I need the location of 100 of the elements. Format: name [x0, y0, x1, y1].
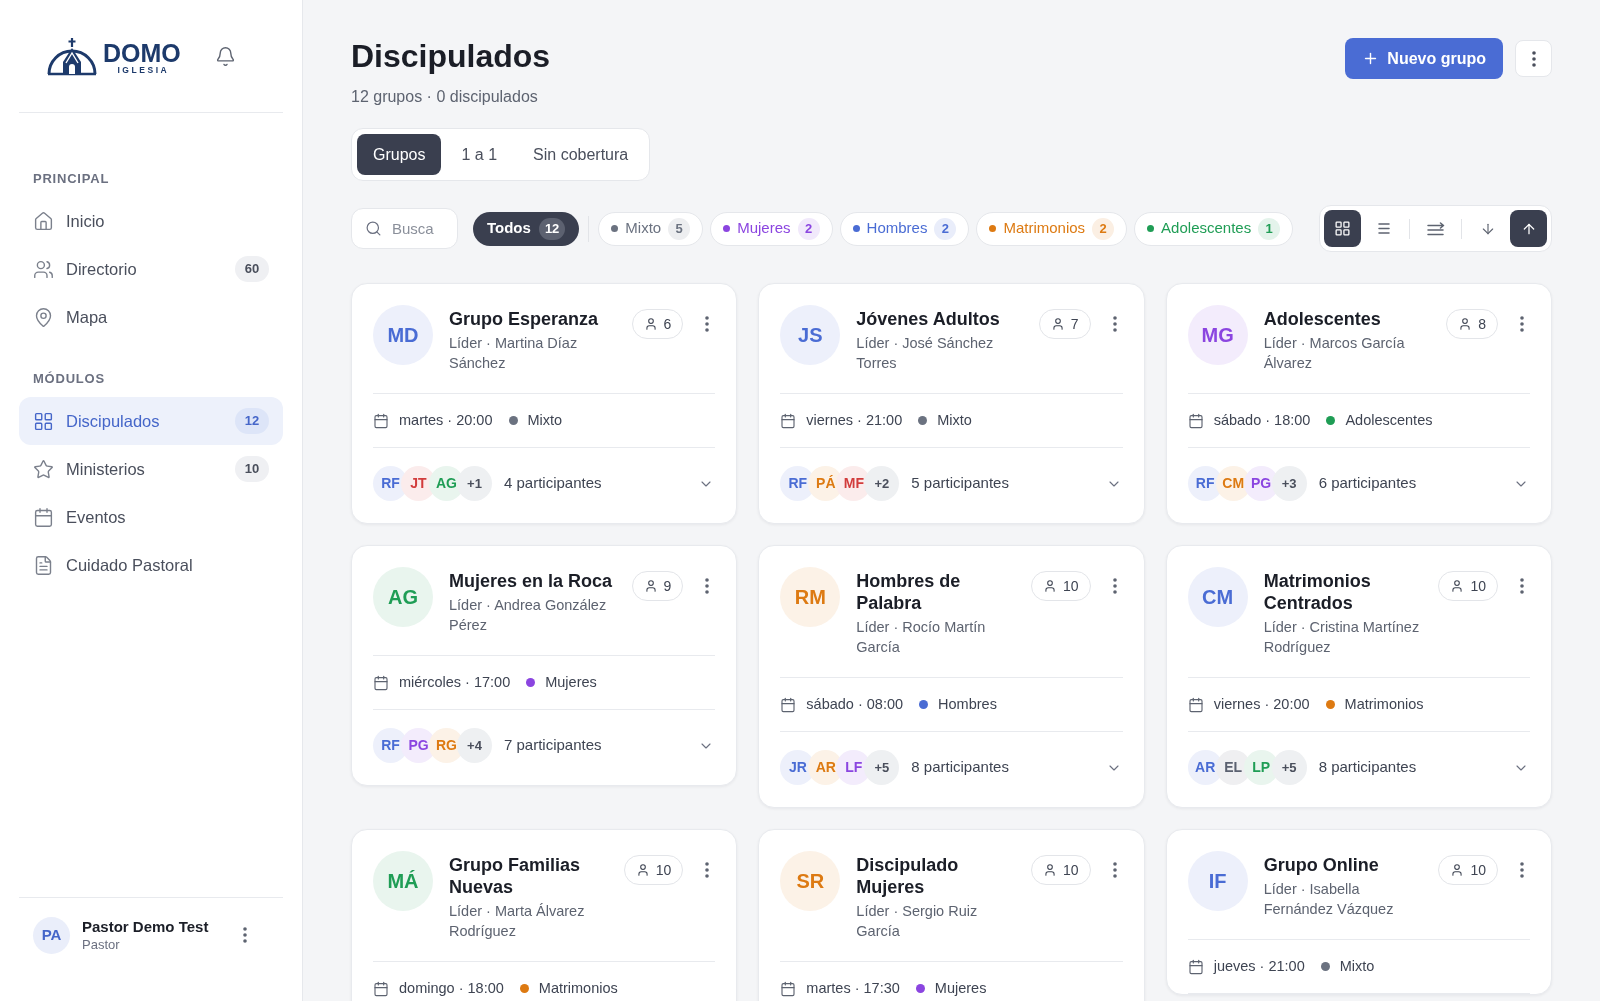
tab[interactable]: Sin cobertura	[517, 134, 645, 175]
nav-item[interactable]: Discipulados 12	[19, 397, 283, 445]
filter-chip[interactable]: Hombres 2	[839, 211, 970, 246]
schedule-text: domingo · 18:00	[399, 978, 504, 998]
participants-count: 5 participantes	[911, 473, 1010, 494]
calendar-icon	[373, 980, 389, 997]
participants-count: 4 participantes	[504, 473, 603, 494]
person-icon	[1458, 317, 1473, 331]
user-role: Pastor	[82, 936, 121, 954]
nav-item[interactable]: Inicio	[19, 197, 283, 245]
group-title: Mujeres en la Roca	[449, 570, 614, 592]
category-label: Mujeres	[545, 672, 597, 692]
group-leader: Líder · Martina Díaz Sánchez	[449, 334, 579, 373]
tab[interactable]: Grupos	[357, 134, 442, 175]
group-title: Matrimonios Centrados	[1263, 570, 1372, 614]
calendar-icon	[780, 696, 797, 713]
calendar-icon	[33, 506, 54, 528]
grid-view-button[interactable]	[1324, 210, 1361, 247]
more-vertical-icon	[705, 578, 710, 594]
filter-chip[interactable]: Adolescentes 1	[1134, 211, 1294, 246]
page-subtitle: 12 grupos · 0 discipulados	[351, 87, 539, 107]
more-vertical-icon	[1520, 316, 1524, 332]
page-title: Discipulados	[351, 37, 551, 76]
grid-icon	[1334, 220, 1351, 237]
group-avatar: IF	[1187, 851, 1248, 911]
count-badge: 2	[1092, 217, 1115, 240]
participants-count: 8 participantes	[911, 757, 1010, 778]
tab[interactable]: 1 a 1	[445, 134, 514, 175]
more-participants-badge: +3	[1271, 466, 1307, 501]
member-count: 8	[1478, 314, 1486, 334]
group-avatar: AG	[373, 567, 433, 627]
participants-count: 7 participantes	[504, 735, 603, 756]
category-label: Hombres	[938, 694, 997, 714]
sort-ascending-button[interactable]	[1510, 210, 1547, 247]
more-vertical-icon	[705, 862, 710, 878]
user-avatar: PA	[33, 917, 70, 954]
more-vertical-icon	[243, 927, 247, 943]
count-badge: 10	[235, 456, 269, 482]
notifications-button[interactable]	[214, 45, 237, 67]
nav-item[interactable]: Ministerios 10	[19, 445, 283, 493]
person-icon	[1043, 579, 1058, 593]
group-title: Hombres de Palabra	[856, 570, 962, 614]
more-options-button[interactable]	[1515, 40, 1552, 77]
calendar-icon	[780, 980, 797, 997]
group-leader: Líder · Andrea González Pérez	[449, 596, 608, 635]
more-vertical-icon	[1112, 862, 1117, 878]
more-participants-badge: +2	[864, 466, 900, 501]
person-icon	[635, 863, 650, 877]
group-leader: Líder · José Sánchez Torres	[856, 334, 995, 373]
count-badge: 5	[668, 217, 691, 240]
nav-item[interactable]: Eventos	[19, 493, 283, 541]
count-badge: 1	[1258, 217, 1281, 240]
nav-item[interactable]: Mapa	[19, 293, 283, 341]
more-vertical-icon	[1520, 862, 1524, 878]
member-count: 7	[1070, 314, 1079, 334]
category-label: Matrimonios	[538, 978, 618, 998]
member-count: 10	[1470, 576, 1486, 596]
group-leader: Líder · Rocío Martín García	[856, 618, 987, 657]
filter-chip[interactable]: Todos 12	[473, 211, 580, 246]
nav-item[interactable]: Cuidado Pastoral	[19, 541, 283, 589]
more-vertical-icon	[1531, 50, 1536, 67]
count-badge: 12	[235, 408, 269, 434]
member-count: 10	[1063, 860, 1079, 880]
category-label: Mixto	[527, 410, 563, 430]
participants-count: 6 participantes	[1318, 473, 1418, 494]
section-label: PRINCIPAL	[32, 171, 111, 187]
schedule-text: jueves · 21:00	[1213, 956, 1305, 976]
group-avatar: JS	[780, 305, 841, 365]
calendar-icon	[1187, 412, 1204, 429]
group-leader: Líder · Cristina Martínez Rodríguez	[1263, 618, 1421, 657]
member-count: 9	[663, 576, 672, 596]
count-badge: 2	[797, 217, 820, 240]
filter-chip[interactable]: Mujeres 2	[710, 211, 833, 246]
search-field[interactable]: Busca	[351, 208, 458, 249]
schedule-text: viernes · 21:00	[806, 410, 903, 430]
user-name: Pastor Demo Test	[82, 917, 210, 936]
group-avatar: SR	[780, 851, 841, 911]
filter-chip[interactable]: Mixto 5	[598, 211, 704, 246]
group-leader: Líder · Sergio Ruiz García	[856, 902, 979, 941]
group-leader: Líder · Isabella Fernández Vázquez	[1263, 880, 1395, 919]
nav-item[interactable]: Directorio 60	[19, 245, 283, 293]
member-count: 6	[663, 314, 672, 334]
new-group-button[interactable]: Nuevo grupo	[1345, 38, 1503, 79]
logo-tagline: IGLESIA	[116, 65, 170, 75]
group-avatar: MG	[1187, 305, 1248, 365]
map-pin-icon	[33, 306, 54, 328]
member-count: 10	[655, 860, 672, 880]
group-avatar: CM	[1187, 567, 1248, 627]
more-participants-badge: +4	[457, 728, 492, 763]
home-icon	[33, 210, 54, 232]
group-avatar: MÁ	[373, 851, 433, 911]
list-icon	[1377, 223, 1390, 234]
group-leader: Líder · Marta Álvarez Rodríguez	[449, 902, 586, 941]
category-label: Mixto	[1339, 956, 1375, 976]
group-title: Grupo Familias Nuevas	[449, 854, 582, 898]
group-title: Grupo Online	[1263, 854, 1380, 876]
more-participants-badge: +1	[457, 466, 492, 501]
calendar-icon	[373, 674, 389, 691]
schedule-text: sábado · 18:00	[1213, 410, 1311, 430]
more-vertical-icon	[1112, 578, 1117, 594]
